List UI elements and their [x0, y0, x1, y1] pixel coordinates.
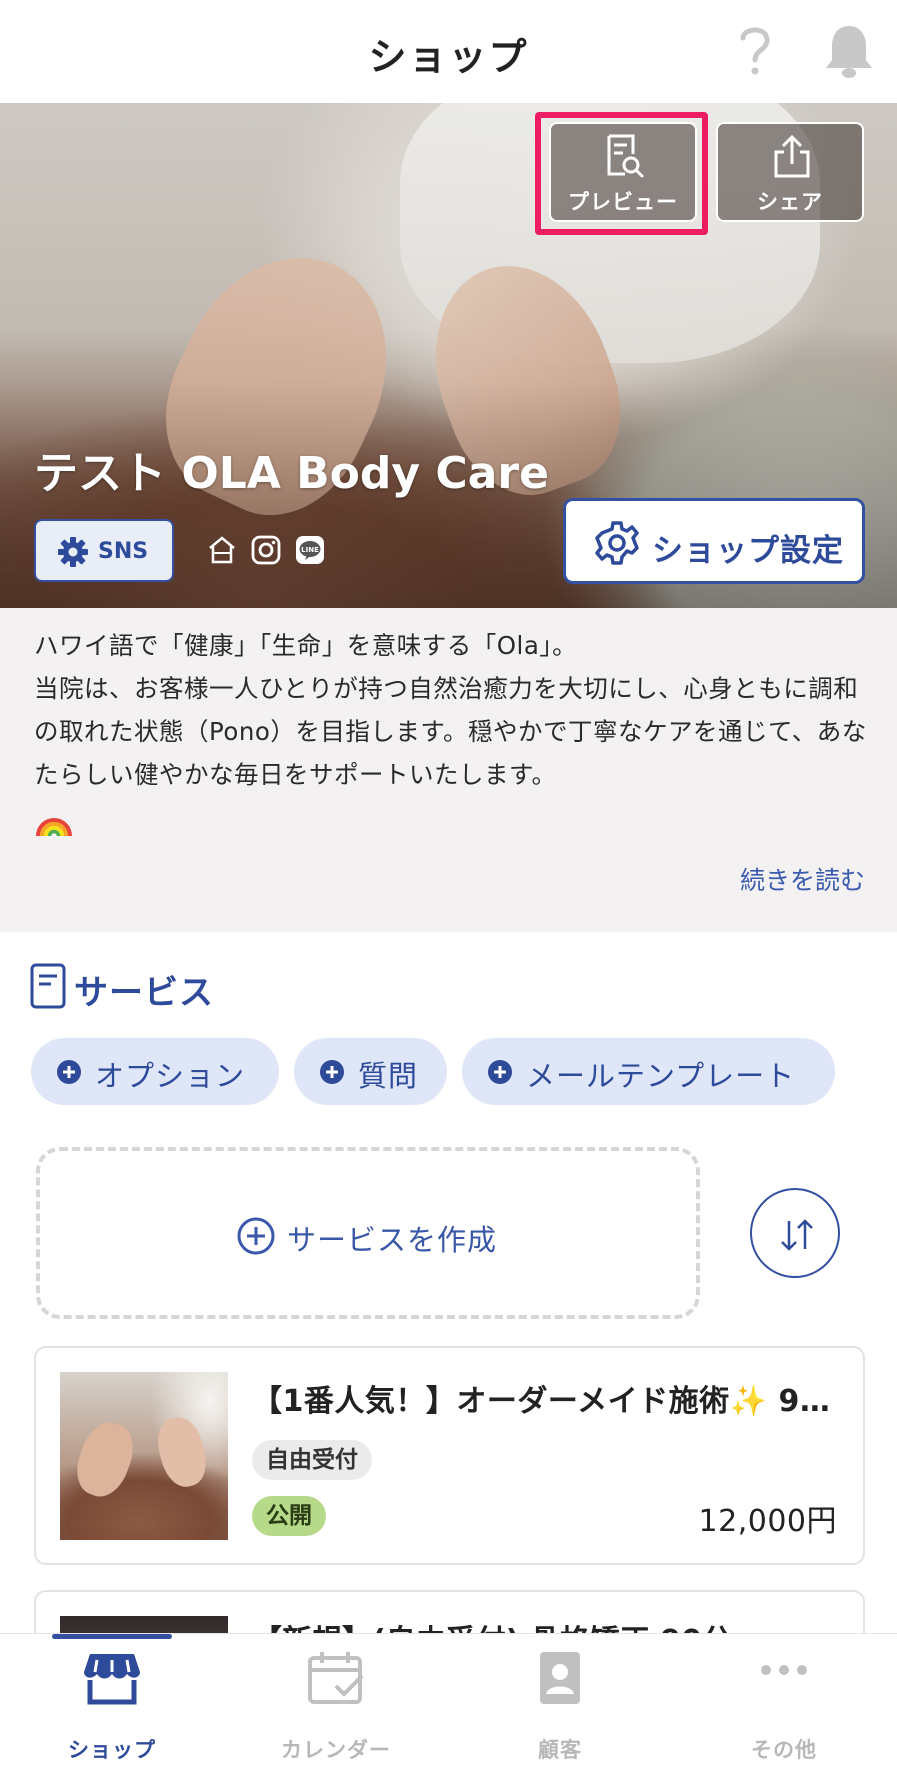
add-question-label: 質問 — [358, 1059, 419, 1093]
plus-circle-outline-icon — [237, 1217, 275, 1255]
rainbow-emoji-icon — [36, 818, 72, 837]
shop-name: テスト OLA Body Care — [34, 448, 549, 499]
gear-icon — [58, 537, 88, 567]
services-heading-label: サービス — [74, 973, 214, 1013]
reception-type-tag: 自由受付 — [252, 1440, 372, 1480]
line-icon[interactable]: LINE — [294, 534, 326, 566]
shop-settings-button[interactable]: ショップ設定 — [563, 498, 865, 584]
shop-storefront-icon — [84, 1654, 140, 1705]
gear-icon — [595, 521, 639, 565]
document-icon — [30, 963, 66, 1009]
more-dots-icon — [761, 1665, 807, 1675]
create-service-label: サービスを作成 — [287, 1223, 498, 1257]
home-icon[interactable] — [206, 534, 238, 566]
instagram-icon[interactable] — [250, 534, 282, 566]
add-mail-template-chip[interactable]: メールテンプレート — [462, 1038, 835, 1105]
question-mark-icon[interactable] — [735, 22, 775, 78]
bottom-nav: ショップ カレンダー 顧客 その他 — [0, 1633, 897, 1770]
thumbnail-hand-right — [151, 1412, 213, 1492]
preview-highlight-box — [535, 112, 708, 235]
nav-tab-shop[interactable]: ショップ — [0, 1634, 224, 1770]
shop-settings-label: ショップ設定 — [652, 533, 844, 569]
contact-card-icon — [540, 1652, 580, 1704]
shop-hero-image: プレビュー シェア テスト OLA Body Care SNS LINE ショッ… — [0, 103, 897, 608]
read-more-link[interactable]: 続きを読む — [740, 861, 865, 897]
nav-tab-calendar[interactable]: カレンダー — [224, 1634, 448, 1770]
status-badge: 公開 — [252, 1496, 326, 1536]
bell-icon[interactable] — [823, 22, 875, 80]
service-title: 【1番人気！】オーダーメイド施術✨ 9… — [252, 1384, 831, 1419]
sort-arrows-icon — [781, 1219, 813, 1251]
nav-tab-customers[interactable]: 顧客 — [448, 1634, 672, 1770]
app-header: ショップ — [0, 0, 897, 103]
sort-button[interactable] — [750, 1188, 840, 1278]
nav-tab-other[interactable]: その他 — [672, 1634, 896, 1770]
nav-label-customers: 顧客 — [538, 1738, 582, 1762]
nav-label-other: その他 — [751, 1738, 817, 1762]
sns-label: SNS — [98, 539, 149, 564]
sns-button[interactable]: SNS — [34, 519, 174, 582]
service-thumbnail — [60, 1372, 228, 1540]
calendar-icon — [308, 1652, 364, 1704]
share-icon — [774, 134, 810, 178]
service-price: 12,000円 — [698, 1504, 837, 1539]
service-card[interactable]: 【1番人気！】オーダーメイド施術✨ 9… 自由受付 公開 12,000円 — [34, 1346, 865, 1565]
create-service-button[interactable]: サービスを作成 — [36, 1147, 700, 1319]
nav-label-calendar: カレンダー — [281, 1738, 391, 1762]
plus-circle-icon — [488, 1060, 512, 1084]
add-mail-template-label: メールテンプレート — [526, 1059, 796, 1093]
plus-circle-icon — [320, 1060, 344, 1084]
thumbnail-hand-left — [68, 1415, 142, 1504]
add-question-chip[interactable]: 質問 — [294, 1038, 447, 1105]
add-option-chip[interactable]: オプション — [31, 1038, 279, 1105]
share-label: シェア — [757, 190, 823, 214]
share-button[interactable]: シェア — [716, 122, 864, 222]
nav-label-shop: ショップ — [68, 1738, 156, 1762]
plus-circle-icon — [57, 1060, 81, 1084]
description-text: ハワイ語で「健康」「生命」を意味する「Ola」。 当院は、お客様一人ひとりが持つ… — [34, 631, 867, 789]
add-option-label: オプション — [95, 1059, 246, 1093]
shop-description: ハワイ語で「健康」「生命」を意味する「Ola」。 当院は、お客様一人ひとりが持つ… — [0, 608, 897, 932]
svg-text:LINE: LINE — [301, 546, 319, 554]
